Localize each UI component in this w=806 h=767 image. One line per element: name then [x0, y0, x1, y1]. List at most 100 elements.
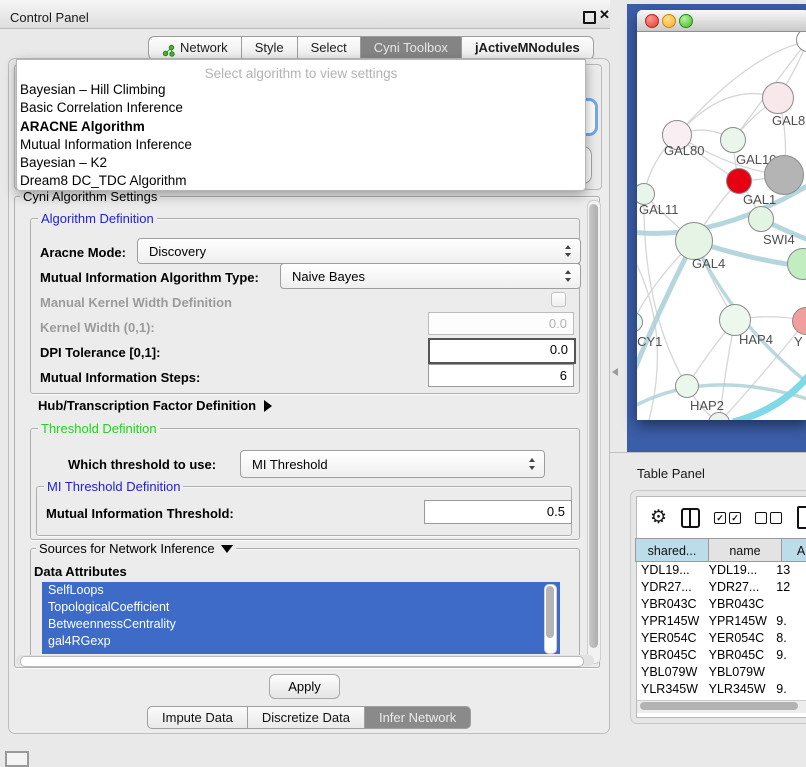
algorithm-option[interactable]: Bayesian – K2: [17, 154, 585, 172]
table-cell: YDR27...: [704, 579, 772, 596]
algorithm-option[interactable]: ARACNE Algorithm: [17, 118, 585, 136]
attribute-item[interactable]: gal4RGexp: [42, 633, 560, 650]
network-node-swi4[interactable]: [748, 206, 774, 232]
table-cell: YBR043C: [704, 596, 772, 613]
table-cell: [771, 664, 806, 681]
network-icon: [162, 42, 175, 55]
data-attributes-list[interactable]: SelfLoopsTopologicalCoefficientBetweenne…: [42, 582, 560, 654]
tab-jactivemnodules[interactable]: jActiveMNodules: [461, 36, 594, 60]
which-threshold-combo[interactable]: MI Threshold: [240, 450, 545, 478]
algorithm-list: Bayesian – Hill ClimbingBasic Correlatio…: [17, 81, 585, 191]
network-node-hap2[interactable]: [675, 374, 699, 398]
minimize-window-icon[interactable]: [662, 14, 676, 28]
table-cell: YLR345W: [636, 681, 704, 698]
sources-section-header[interactable]: Sources for Network Inference: [36, 541, 236, 556]
manual-kernel-width-checkbox[interactable]: [551, 292, 566, 307]
control-panel-title: Control Panel: [10, 10, 89, 25]
settings-gear-icon[interactable]: ⚙: [650, 508, 667, 528]
tab-label: jActiveMNodules: [475, 37, 580, 59]
table-cell: YBL079W: [636, 664, 704, 681]
combo-spinner-icon: [565, 245, 572, 257]
network-node-gal4[interactable]: [675, 222, 713, 260]
network-node-label: GCY1: [637, 334, 662, 349]
document-icon[interactable]: [797, 506, 806, 529]
minimized-panel-icon[interactable]: [5, 751, 29, 767]
column-header-shared[interactable]: shared...: [635, 538, 709, 562]
mi-algorithm-type-combo[interactable]: Naive Bayes: [280, 263, 581, 289]
select-all-checkbox-icon[interactable]: ✓✓: [714, 512, 741, 524]
tab-style[interactable]: Style: [241, 36, 298, 60]
apply-button[interactable]: Apply: [269, 674, 340, 699]
column-header-name[interactable]: name: [708, 538, 782, 562]
settings-vertical-scrollbar-thumb[interactable]: [589, 204, 598, 648]
aracne-mode-combo[interactable]: Discovery: [137, 238, 581, 264]
column-header-A[interactable]: A: [781, 538, 806, 562]
network-edge[interactable]: [644, 194, 687, 386]
deselect-all-checkbox-icon[interactable]: [755, 512, 782, 524]
table-row[interactable]: YBR045CYBR045C9.: [636, 647, 806, 664]
table-cell: YBR045C: [636, 647, 704, 664]
hub-transcription-factor-section[interactable]: Hub/Transcription Factor Definition: [38, 398, 272, 413]
network-node-gal8[interactable]: [762, 82, 794, 114]
network-node-label: GAL4: [692, 256, 725, 271]
mi-steps-field[interactable]: 6: [428, 364, 574, 387]
network-edge[interactable]: [637, 241, 694, 378]
algorithm-option[interactable]: Basic Correlation Inference: [17, 99, 585, 117]
combo-spinner-icon: [529, 458, 536, 470]
algorithm-dropdown-placeholder: Select algorithm to view settings: [17, 66, 585, 81]
network-node[interactable]: [764, 155, 804, 195]
dpi-tolerance-label: DPI Tolerance [0,1]:: [40, 345, 160, 360]
algorithm-option[interactable]: Dream8 DC_TDC Algorithm: [17, 172, 585, 190]
expanded-arrow-icon: [221, 545, 233, 553]
network-node-gal10[interactable]: [720, 127, 746, 153]
table-row[interactable]: YDR27...YDR27...12: [636, 579, 806, 596]
table-row[interactable]: YBL079WYBL079W: [636, 664, 806, 681]
close-window-icon[interactable]: [645, 14, 659, 28]
network-node-gal1[interactable]: [726, 168, 752, 194]
aracne-mode-value: Discovery: [149, 244, 206, 259]
table-row[interactable]: YPR145WYPR145W9.: [636, 613, 806, 630]
columns-icon[interactable]: [681, 508, 700, 528]
table-cell: 8.: [771, 630, 806, 647]
bottom-tab-impute-data[interactable]: Impute Data: [147, 706, 248, 729]
tab-cyni-toolbox[interactable]: Cyni Toolbox: [360, 36, 462, 60]
table-horizontal-scrollbar-thumb[interactable]: [640, 702, 798, 710]
mi-steps-label: Mutual Information Steps:: [40, 370, 200, 385]
network-window-titlebar[interactable]: [637, 10, 806, 32]
mi-threshold-definition-title: MI Threshold Definition: [44, 479, 183, 494]
network-view-window[interactable]: GAL8GAL80GAL10GAL1GAL11SWI4GAL4GCY1HAP4Y…: [637, 10, 806, 420]
splitter-collapse-icon[interactable]: [612, 368, 618, 376]
table-cell: YBL079W: [704, 664, 772, 681]
table-row[interactable]: YLR345WYLR345W9.: [636, 681, 806, 698]
control-panel-tab-bar: Network StyleSelectCyni Toolbox jActiveMNo…: [148, 36, 594, 58]
attribute-item[interactable]: TopologicalCoefficient: [42, 599, 560, 616]
bottom-tab-discretize-data[interactable]: Discretize Data: [247, 706, 365, 729]
table-row[interactable]: YER054CYER054C8.: [636, 630, 806, 647]
zoom-window-icon[interactable]: [679, 14, 693, 28]
tab-select[interactable]: Select: [297, 36, 361, 60]
data-attributes-label: Data Attributes: [34, 564, 127, 579]
float-panel-icon[interactable]: [583, 11, 596, 24]
attribute-item[interactable]: SelfLoops: [42, 582, 560, 599]
attributes-scrollbar-thumb[interactable]: [546, 586, 554, 638]
algorithm-option[interactable]: Mutual Information Inference: [17, 136, 585, 154]
kernel-width-field[interactable]: 0.0: [428, 312, 574, 335]
network-node-label: GAL8: [772, 113, 805, 128]
network-node-label: GAL80: [664, 143, 704, 158]
attribute-item[interactable]: BetweennessCentrality: [42, 616, 560, 633]
close-icon[interactable]: ✕: [599, 7, 610, 23]
table-panel-title: Table Panel: [637, 466, 705, 481]
collapsed-arrow-icon: [264, 400, 272, 412]
table-cell: 13: [771, 562, 806, 579]
dpi-tolerance-field[interactable]: 0.0: [428, 338, 576, 364]
bottom-tab-infer-network[interactable]: Infer Network: [364, 706, 471, 729]
algorithm-option[interactable]: Bayesian – Hill Climbing: [17, 81, 585, 99]
mi-threshold-field[interactable]: 0.5: [424, 500, 572, 524]
table-row[interactable]: YBR043CYBR043C: [636, 596, 806, 613]
table-cell: YER054C: [636, 630, 704, 647]
tab-label: Network: [180, 37, 228, 59]
table-row[interactable]: YDL19...YDL19...13: [636, 562, 806, 579]
tab-network[interactable]: Network: [148, 36, 242, 60]
settings-horizontal-scrollbar-thumb[interactable]: [20, 656, 584, 667]
table-cell: YDR27...: [636, 579, 704, 596]
